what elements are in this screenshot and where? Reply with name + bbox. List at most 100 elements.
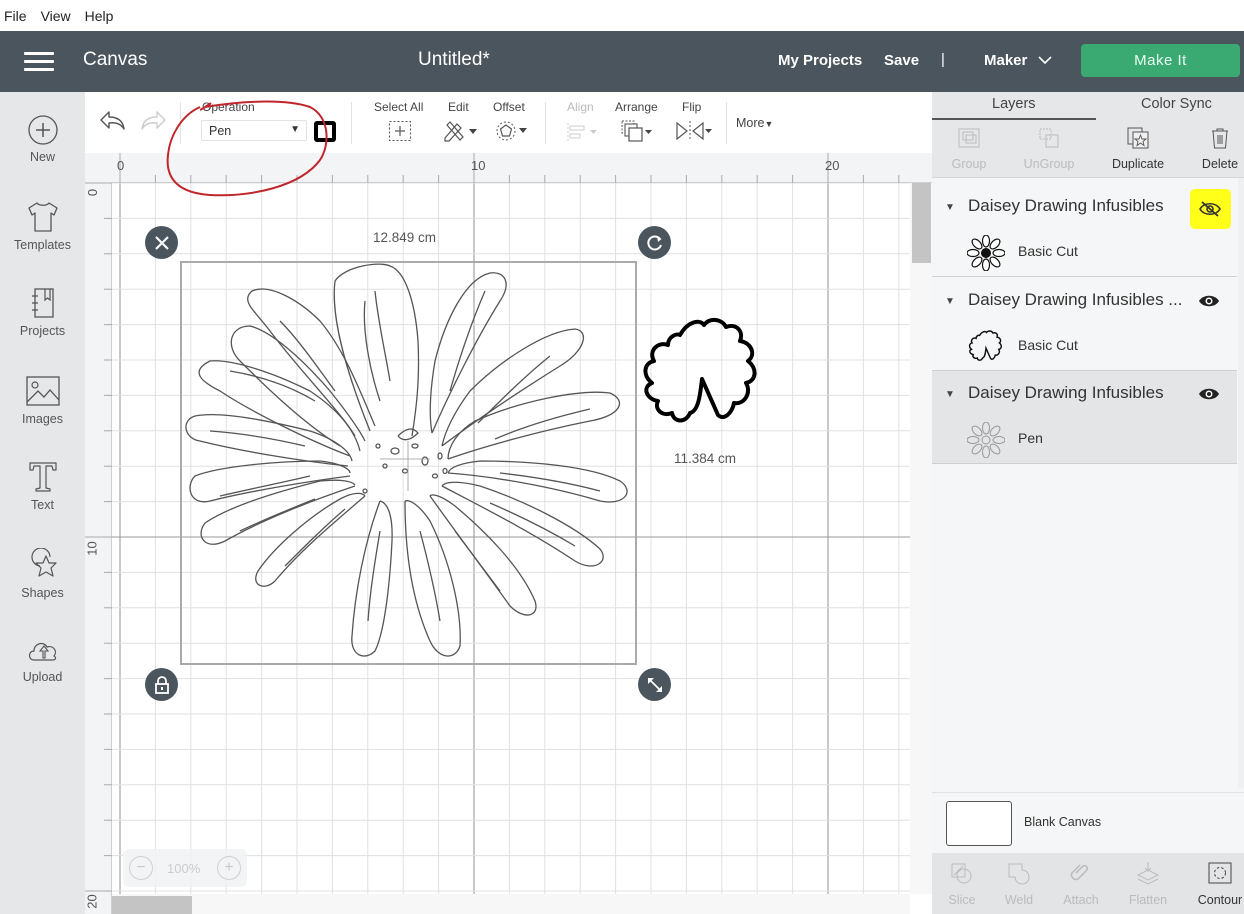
tab-layers[interactable]: Layers <box>992 96 1036 112</box>
blank-canvas-label: Blank Canvas <box>1024 815 1102 829</box>
caret-down-icon[interactable]: ▼ <box>945 202 955 213</box>
caret-down-icon[interactable]: ▼ <box>945 296 955 307</box>
layer-bottom-actions: Slice Weld Attach Flatten Contour <box>932 853 1244 914</box>
save-button[interactable]: Save <box>884 52 919 69</box>
rotate-icon <box>646 234 662 250</box>
layer-group-selected[interactable]: ▼ Daisey Drawing Infusibles Pen <box>932 371 1237 464</box>
contour-button[interactable]: Contour <box>1190 853 1244 907</box>
flip-icon[interactable] <box>675 120 713 142</box>
rotate-handle[interactable] <box>638 226 671 259</box>
zoom-in-button[interactable]: + <box>217 856 241 880</box>
lock-icon <box>154 675 169 694</box>
attach-button[interactable]: Attach <box>1051 853 1111 907</box>
ungroup-button[interactable]: UnGroup <box>1013 120 1085 171</box>
operation-label: Operation <box>202 100 255 114</box>
delete-button[interactable]: Delete <box>1184 120 1244 171</box>
sidebar-label: Images <box>22 412 63 426</box>
horizontal-ruler: 0 10 20 <box>85 153 932 183</box>
vertical-scroll-thumb[interactable] <box>912 183 931 263</box>
left-sidebar: New Templates Projects Images Text Shape… <box>0 92 85 914</box>
duplicate-label: Duplicate <box>1111 157 1165 171</box>
flatten-label: Flatten <box>1128 893 1168 907</box>
pen-color-swatch[interactable] <box>314 121 336 142</box>
caret-down-icon[interactable]: ▼ <box>945 389 955 400</box>
zoom-out-button[interactable]: − <box>129 856 153 880</box>
menu-view[interactable]: View <box>41 8 71 24</box>
daisy-outline-basic-cut[interactable] <box>640 313 764 437</box>
delete-handle[interactable] <box>145 226 178 259</box>
menu-bar: File View Help <box>0 0 1244 31</box>
sidebar-item-text[interactable]: Text <box>0 460 85 512</box>
sidebar-item-new[interactable]: New <box>0 114 85 164</box>
ungroup-icon <box>1039 128 1059 148</box>
menu-file[interactable]: File <box>4 8 27 24</box>
make-it-button[interactable]: Make It <box>1081 44 1240 77</box>
more-menu[interactable]: More▼ <box>736 116 773 130</box>
attach-label: Attach <box>1063 893 1099 907</box>
daisy-drawing-pen[interactable] <box>180 261 637 665</box>
layers-panel: Layers Color Sync Group UnGroup Duplicat… <box>932 92 1244 914</box>
ungroup-label: UnGroup <box>1023 157 1075 171</box>
sidebar-item-shapes[interactable]: Shapes <box>0 548 85 600</box>
slice-button[interactable]: Slice <box>932 853 992 907</box>
horizontal-scrollbar[interactable] <box>112 894 910 914</box>
sidebar-label: New <box>29 150 55 164</box>
edit-tools-icon[interactable] <box>442 119 478 143</box>
more-label: More <box>736 116 765 130</box>
vertical-scrollbar[interactable] <box>910 183 932 894</box>
duplicate-icon <box>1127 127 1149 149</box>
sidebar-item-upload[interactable]: Upload <box>0 636 85 684</box>
weld-button[interactable]: Weld <box>989 853 1049 907</box>
hamburger-menu-icon[interactable] <box>24 52 54 72</box>
resize-arrows-icon <box>647 677 662 692</box>
eye-icon[interactable] <box>1197 292 1221 310</box>
sidebar-item-projects[interactable]: Projects <box>0 286 85 338</box>
duplicate-button[interactable]: Duplicate <box>1102 120 1174 171</box>
select-all-icon[interactable] <box>388 120 412 142</box>
layer-operation: Pen <box>1018 430 1043 446</box>
ruler-ticks <box>119 153 900 183</box>
redo-icon[interactable] <box>139 109 167 133</box>
eye-hidden-icon[interactable] <box>1198 200 1222 218</box>
ruler-label: 10 <box>471 158 486 173</box>
text-t-icon <box>28 462 57 492</box>
chevron-down-icon[interactable] <box>1038 53 1052 67</box>
eye-icon[interactable] <box>1197 385 1221 403</box>
arrange-icon[interactable] <box>620 119 656 143</box>
section-title: Canvas <box>83 49 148 70</box>
my-projects-link[interactable]: My Projects <box>778 52 862 69</box>
flatten-button[interactable]: Flatten <box>1118 853 1178 907</box>
machine-select[interactable]: Maker <box>984 52 1027 69</box>
resize-handle[interactable] <box>638 668 671 701</box>
slice-icon <box>951 863 972 884</box>
lock-handle[interactable] <box>145 668 178 701</box>
operation-select[interactable]: Pen ▼ <box>201 120 307 141</box>
layer-group-name: Daisey Drawing Infusibles <box>968 383 1164 402</box>
menu-help[interactable]: Help <box>85 8 114 24</box>
panel-scrollbar[interactable] <box>1238 178 1244 788</box>
sidebar-item-templates[interactable]: Templates <box>0 200 85 252</box>
project-title[interactable]: Untitled* <box>418 49 490 71</box>
edit-label: Edit <box>448 100 469 114</box>
layer-group[interactable]: ▼ Daisey Drawing Infusibles ... Basic Cu… <box>932 278 1237 371</box>
layer-thumbnail <box>967 329 1005 365</box>
group-icon <box>958 128 980 148</box>
design-canvas[interactable]: 12.849 cm 11.384 cm <box>112 183 910 894</box>
panel-tabs: Layers Color Sync <box>932 92 1244 120</box>
height-dimension-label: 11.384 cm <box>674 451 737 466</box>
sidebar-item-images[interactable]: Images <box>0 374 85 426</box>
tshirt-icon <box>27 202 58 232</box>
slice-label: Slice <box>948 893 976 907</box>
blank-canvas-swatch[interactable] <box>946 801 1012 846</box>
app-header: Canvas Untitled* My Projects Save | Make… <box>0 31 1244 92</box>
tab-color-sync[interactable]: Color Sync <box>1141 96 1212 112</box>
delete-label: Delete <box>1201 157 1239 171</box>
align-icon <box>567 123 597 141</box>
undo-icon[interactable] <box>99 109 127 133</box>
horizontal-scroll-thumb[interactable] <box>112 896 192 914</box>
layer-group-name: Daisey Drawing Infusibles <box>968 196 1164 215</box>
group-button[interactable]: Group <box>933 120 1005 171</box>
select-all-label: Select All <box>374 100 424 114</box>
offset-icon[interactable] <box>495 120 529 142</box>
cloud-upload-icon <box>28 642 56 661</box>
